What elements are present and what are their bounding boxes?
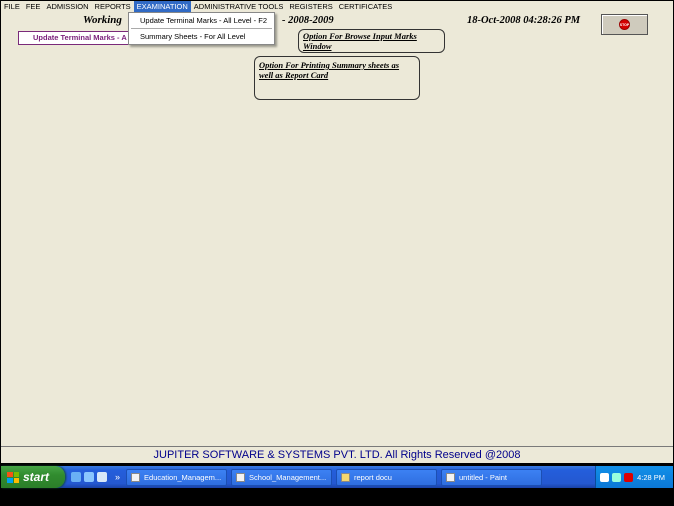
task-report-docu[interactable]: report docu: [336, 468, 438, 486]
chevron-icon[interactable]: »: [115, 472, 120, 482]
task-label: untitled - Paint: [459, 472, 507, 482]
copyright-footer: JUPITER SOFTWARE & SYSTEMS PVT. LTD. All…: [153, 449, 521, 461]
internet-explorer-icon[interactable]: [84, 472, 94, 482]
callout-browse-input-marks: Option For Browse Input Marks Window: [298, 29, 445, 53]
task-school-management[interactable]: School_Management...: [231, 468, 333, 486]
system-tray: 4:28 PM: [595, 466, 673, 488]
folder-icon: [341, 472, 351, 482]
show-desktop-icon[interactable]: [71, 472, 81, 482]
task-label: Education_Managem...: [144, 472, 222, 482]
tray-icon[interactable]: [600, 472, 609, 482]
task-untitled-paint[interactable]: untitled - Paint: [441, 468, 543, 486]
taskbar: start » Education_Managem... School_Mana…: [1, 466, 673, 488]
start-button[interactable]: start: [1, 466, 65, 488]
menu-file[interactable]: FILE: [1, 1, 23, 12]
task-label: report docu: [354, 472, 392, 482]
menu-certificates[interactable]: CERTIFICATES: [336, 1, 395, 12]
menu-examination[interactable]: EXAMINATION: [133, 1, 191, 12]
media-icon[interactable]: [97, 472, 107, 482]
clock: 4:28 PM: [637, 472, 665, 482]
footer-divider: [1, 446, 673, 447]
menu-reports[interactable]: REPORTS: [92, 1, 134, 12]
date-time: 18-Oct-2008 04:28:26 PM: [467, 15, 581, 26]
paint-icon: [446, 472, 456, 482]
document-icon: [236, 472, 246, 482]
quick-launch: [71, 472, 107, 482]
menu-registers[interactable]: REGISTERS: [286, 1, 335, 12]
antivirus-icon[interactable]: [624, 472, 633, 482]
working-label: Working: [83, 14, 122, 26]
window-icon: [131, 472, 141, 482]
stop-button[interactable]: STOP: [601, 14, 648, 35]
application-window: FILE FEE ADMISSION REPORTS EXAMINATION A…: [1, 1, 673, 463]
examination-dropdown: Update Terminal Marks - All Level - F2 S…: [128, 12, 275, 45]
menu-item-summary-sheets[interactable]: Summary Sheets - For All Level: [129, 29, 274, 44]
stop-sign-icon: STOP: [619, 19, 630, 30]
task-education-management[interactable]: Education_Managem...: [126, 468, 228, 486]
menu-item-update-terminal-marks[interactable]: Update Terminal Marks - All Level - F2: [129, 13, 274, 28]
menu-fee[interactable]: FEE: [23, 1, 44, 12]
session-year: - 2008-2009: [282, 15, 334, 26]
update-terminal-marks-tab[interactable]: Update Terminal Marks - A: [18, 31, 134, 45]
start-label: start: [23, 470, 50, 484]
callout-printing-summary: Option For Printing Summary sheets as we…: [254, 56, 420, 100]
menu-admission[interactable]: ADMISSION: [43, 1, 91, 12]
menu-bar: FILE FEE ADMISSION REPORTS EXAMINATION A…: [1, 1, 673, 12]
network-icon[interactable]: [612, 472, 621, 482]
menu-administrative-tools[interactable]: ADMINISTRATIVE TOOLS: [191, 1, 287, 12]
windows-flag-icon: [7, 471, 19, 483]
task-label: School_Management...: [249, 472, 327, 482]
